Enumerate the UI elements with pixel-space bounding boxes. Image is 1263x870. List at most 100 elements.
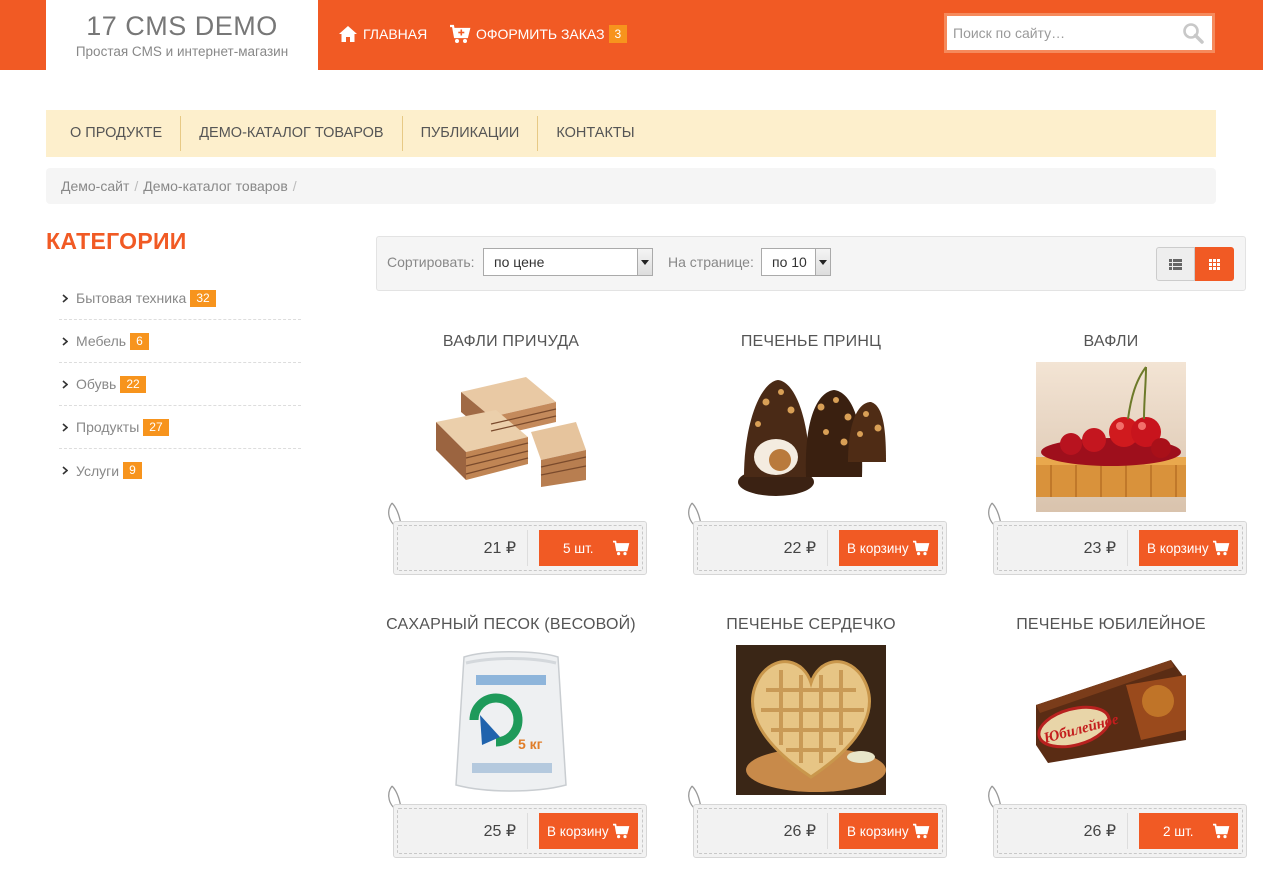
price-tag: 26 ₽ 2 шт. — [993, 804, 1247, 858]
category-label: Мебель — [76, 333, 127, 349]
cart-icon — [450, 24, 471, 43]
divider — [827, 530, 828, 566]
add-to-cart-label: 5 шт. — [563, 540, 594, 556]
chevron-down-icon — [637, 249, 652, 275]
category-label: Продукты — [76, 419, 140, 435]
sort-select-value: по цене — [494, 254, 545, 270]
price-tag: 25 ₽ В корзину — [393, 804, 647, 858]
product-title[interactable]: ПЕЧЕНЬЕ СЕРДЕЧКО — [661, 616, 961, 634]
logo-subtitle: Простая CMS и интернет-магазин — [75, 44, 289, 59]
cart-icon — [1213, 540, 1230, 556]
add-to-cart-button[interactable]: В корзину — [1139, 530, 1238, 566]
cart-count-badge: 3 — [608, 25, 628, 43]
product-image-wafers[interactable] — [436, 362, 586, 512]
add-to-cart-button[interactable]: 5 шт. — [539, 530, 638, 566]
breadcrumb-separator: / — [292, 178, 297, 194]
product-price: 22 ₽ — [783, 540, 816, 557]
product-title[interactable]: САХАРНЫЙ ПЕСОК (ВЕСОВОЙ) — [361, 616, 661, 634]
product-card: ПЕЧЕНЬЕ ЮБИЛЕЙНОЕ Юбилейное 26 ₽ 2 шт. — [961, 616, 1261, 870]
grid-view-button[interactable] — [1195, 247, 1234, 281]
menu-item-publications[interactable]: ПУБЛИКАЦИИ — [403, 116, 539, 151]
add-to-cart-label: 2 шт. — [1163, 823, 1194, 839]
per-page-select[interactable]: по 10 — [761, 248, 831, 276]
sugar-bag-image: 5 кг — [436, 645, 586, 795]
add-to-cart-label: В корзину — [847, 540, 909, 556]
breadcrumb-catalog-link[interactable]: Демо-каталог товаров — [143, 178, 288, 194]
catalog-toolbar: Сортировать: по цене На странице: по 10 — [376, 236, 1246, 291]
cart-icon — [613, 823, 630, 839]
top-bar: 17 CMS DEMO Простая CMS и интернет-магаз… — [0, 0, 1263, 70]
category-count-badge: 27 — [143, 418, 169, 436]
product-image-prince-cookies[interactable] — [736, 362, 886, 512]
breadcrumb-home-link[interactable]: Демо-сайт — [61, 178, 129, 194]
price-tag: 23 ₽ В корзину — [993, 521, 1247, 575]
product-price: 25 ₽ — [483, 823, 516, 840]
divider — [1127, 530, 1128, 566]
product-title[interactable]: ПЕЧЕНЬЕ ПРИНЦ — [661, 333, 961, 351]
price-tag: 22 ₽ В корзину — [693, 521, 947, 575]
category-item-shoes[interactable]: Обувь 22 — [59, 363, 301, 406]
waffle-cherry-image — [1036, 362, 1186, 512]
add-to-cart-button[interactable]: В корзину — [539, 813, 638, 849]
sort-select[interactable]: по цене — [483, 248, 653, 276]
grid-icon — [1209, 258, 1220, 270]
chevron-right-icon — [62, 336, 68, 346]
add-to-cart-label: В корзину — [1147, 540, 1209, 556]
chevron-right-icon — [62, 466, 68, 475]
category-label: Услуги — [76, 462, 120, 479]
menu-item-contacts[interactable]: КОНТАКТЫ — [538, 116, 652, 151]
list-view-button[interactable] — [1156, 247, 1195, 281]
cart-icon — [913, 540, 930, 556]
nav-home-label: ГЛАВНАЯ — [363, 26, 428, 42]
add-to-cart-button[interactable]: В корзину — [839, 530, 938, 566]
product-image-waffle[interactable] — [1036, 362, 1186, 512]
search-input[interactable] — [947, 16, 1167, 50]
svg-text:5 кг: 5 кг — [518, 736, 543, 752]
nav-order-label: ОФОРМИТЬ ЗАКАЗ — [476, 26, 605, 42]
product-card: ВАФЛИ ПРИЧУДА 21 ₽ 5 шт. — [361, 333, 661, 603]
divider — [527, 813, 528, 849]
search-icon[interactable] — [1182, 22, 1204, 44]
divider — [827, 813, 828, 849]
price-tag: 26 ₽ В корзину — [693, 804, 947, 858]
product-image-sugar[interactable]: 5 кг — [436, 645, 586, 795]
logo-title: 17 CMS DEMO — [86, 11, 278, 41]
add-to-cart-button[interactable]: 2 шт. — [1139, 813, 1238, 849]
category-count-badge: 9 — [123, 462, 142, 479]
sort-label: Сортировать: — [387, 254, 475, 270]
chevron-right-icon — [62, 379, 68, 389]
nav-order-link[interactable]: ОФОРМИТЬ ЗАКАЗ 3 — [449, 22, 628, 46]
product-price: 21 ₽ — [483, 540, 516, 557]
search-box — [944, 13, 1215, 53]
yubileinoe-pack-image: Юбилейное — [1036, 645, 1186, 795]
add-to-cart-label: В корзину — [547, 823, 609, 839]
category-item-appliances[interactable]: Бытовая техника 32 — [59, 277, 301, 320]
menu-item-catalog[interactable]: ДЕМО-КАТАЛОГ ТОВАРОВ — [181, 116, 403, 151]
category-item-food[interactable]: Продукты 27 — [59, 406, 301, 449]
category-item-furniture[interactable]: Мебель 6 — [59, 320, 301, 363]
category-label: Бытовая техника — [76, 290, 187, 306]
logo[interactable]: 17 CMS DEMO Простая CMS и интернет-магаз… — [46, 0, 318, 70]
chevron-down-icon — [815, 249, 830, 275]
category-label: Обувь — [76, 376, 117, 392]
categories-title: КАТЕГОРИИ — [46, 228, 187, 254]
cart-icon — [1213, 823, 1230, 839]
nav-home-link[interactable]: ГЛАВНАЯ — [338, 22, 427, 46]
per-page-select-value: по 10 — [772, 254, 807, 270]
home-icon — [339, 26, 357, 42]
category-item-services[interactable]: Услуги 9 — [59, 449, 301, 492]
product-card: ПЕЧЕНЬЕ ПРИНЦ 22 ₽ В корзину — [661, 333, 961, 603]
category-count-badge: 22 — [120, 375, 146, 393]
search-field — [947, 16, 1212, 50]
add-to-cart-button[interactable]: В корзину — [839, 813, 938, 849]
product-image-heart-cookie[interactable] — [736, 645, 886, 795]
category-list: Бытовая техника 32 Мебель 6 Обувь 22 Про… — [59, 277, 301, 492]
product-price: 26 ₽ — [1083, 823, 1116, 840]
product-image-yubileinoe[interactable]: Юбилейное — [1036, 645, 1186, 795]
wafer-image — [436, 362, 586, 512]
menu-item-about[interactable]: О ПРОДУКТЕ — [52, 116, 182, 151]
product-title[interactable]: ПЕЧЕНЬЕ ЮБИЛЕЙНОЕ — [961, 616, 1261, 634]
product-price: 23 ₽ — [1083, 540, 1116, 557]
product-title[interactable]: ВАФЛИ ПРИЧУДА — [361, 333, 661, 351]
product-title[interactable]: ВАФЛИ — [961, 333, 1261, 351]
